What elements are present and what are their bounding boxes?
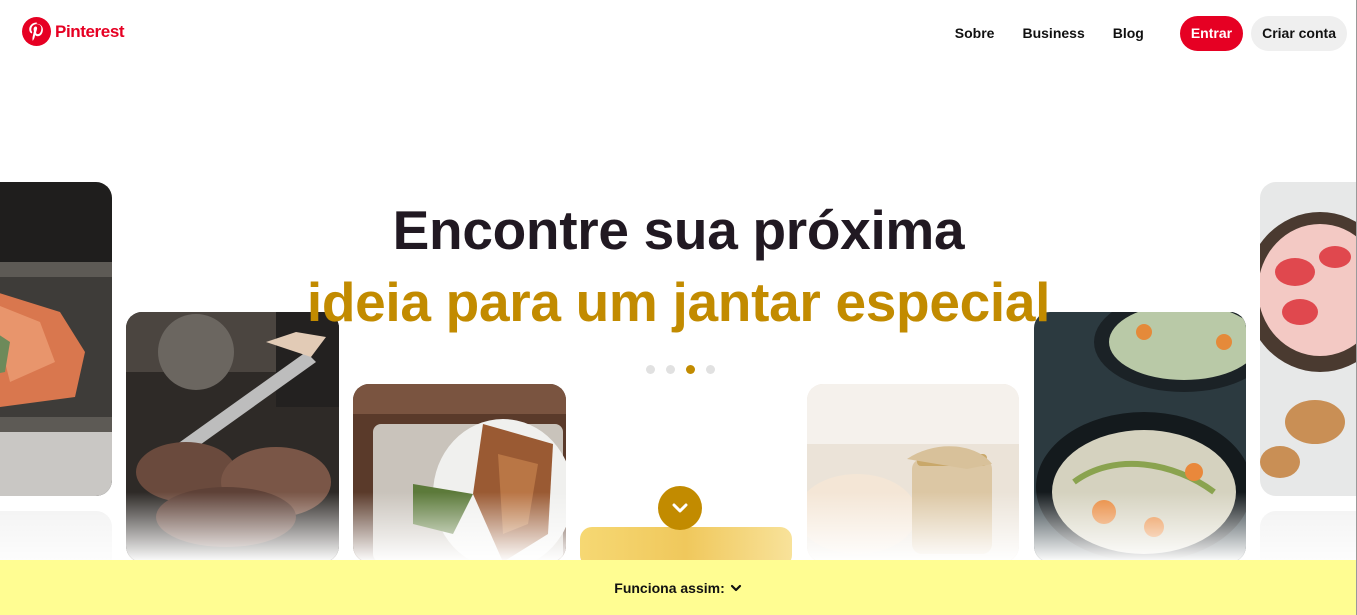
scroll-down-button[interactable] <box>658 486 702 530</box>
brand-name: Pinterest <box>55 21 125 41</box>
carousel-dot-3[interactable] <box>686 365 695 374</box>
pin-image-ramen[interactable] <box>1034 312 1246 562</box>
pin-image-roast-chicken[interactable] <box>353 384 566 562</box>
pin-image-salmon[interactable] <box>0 182 112 496</box>
login-button[interactable]: Entrar <box>1179 15 1244 51</box>
hero-title: Encontre sua próxima <box>392 199 965 261</box>
hero-subtitle: ideia para um jantar especial <box>306 271 1051 333</box>
top-nav: Sobre Business Blog Entrar Criar conta <box>941 15 1347 51</box>
salmon-image <box>0 182 112 496</box>
nav-link-sobre[interactable]: Sobre <box>941 15 1009 51</box>
how-it-works-banner[interactable]: Funciona assim: <box>0 560 1357 615</box>
carousel-dot-4[interactable] <box>706 365 715 374</box>
carousel-dot-1[interactable] <box>646 365 655 374</box>
pin-image-smoothie-bowl[interactable] <box>1260 182 1357 496</box>
pin-image-grill[interactable] <box>126 312 339 562</box>
chevron-down-icon <box>730 584 741 591</box>
pinterest-logo-icon <box>22 17 51 46</box>
carousel-dot-2[interactable] <box>666 365 675 374</box>
carousel-dots <box>646 365 715 374</box>
chevron-down-icon <box>672 503 688 513</box>
nav-link-business[interactable]: Business <box>1008 15 1098 51</box>
header: Pinterest Sobre Business Blog Entrar Cri… <box>0 0 1357 68</box>
nav-link-blog[interactable]: Blog <box>1099 15 1158 51</box>
pinterest-logo[interactable]: Pinterest <box>22 17 125 46</box>
how-it-works-label: Funciona assim: <box>614 579 725 596</box>
signup-button[interactable]: Criar conta <box>1251 15 1347 51</box>
smoothie-bowl-image <box>1260 182 1357 496</box>
pin-image-gravy[interactable] <box>807 384 1019 562</box>
